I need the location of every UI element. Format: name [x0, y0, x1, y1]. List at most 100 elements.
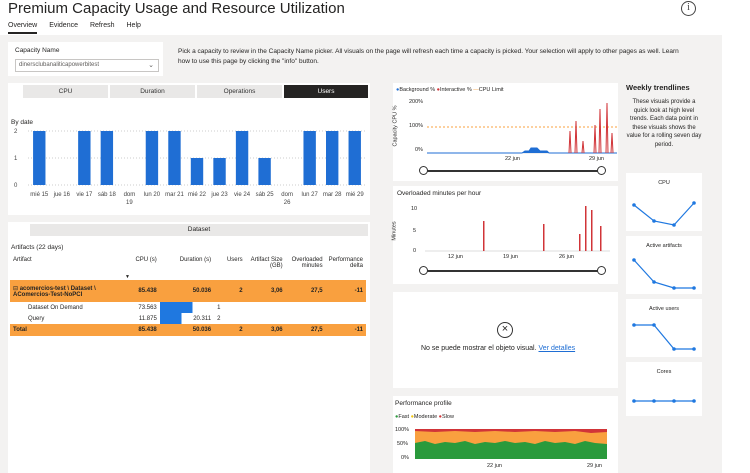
- trend-label: Active artifacts: [646, 243, 682, 249]
- col-overloaded[interactable]: Overloaded minutes: [286, 256, 326, 280]
- x-tick-label: dom 19: [124, 192, 136, 206]
- overloaded-x-tick: 19 jun: [503, 254, 518, 260]
- col-duration[interactable]: Duration (s): [160, 256, 214, 280]
- overloaded-bar-chart: [425, 206, 610, 252]
- row-name: Query: [28, 315, 45, 322]
- capacity-label: Capacity Name: [15, 47, 60, 54]
- artifacts-panel: Dataset Artifacts (22 days) Artifact CPU…: [8, 222, 370, 473]
- tab-refresh[interactable]: Refresh: [90, 22, 115, 34]
- bar[interactable]: [168, 131, 181, 185]
- overloaded-slider-end-handle[interactable]: [597, 266, 606, 275]
- trend-card-active-users[interactable]: Active users: [626, 299, 702, 357]
- cpu-y-tick: 0%: [415, 147, 423, 153]
- x-tick-label: lun 20: [144, 192, 161, 198]
- bar[interactable]: [326, 131, 339, 185]
- info-icon[interactable]: i: [681, 1, 696, 16]
- x-tick-label: lun 27: [301, 192, 318, 198]
- overloaded-range-slider[interactable]: [423, 270, 601, 272]
- overloaded-y-tick: 5: [413, 228, 417, 234]
- sort-icon[interactable]: ▼: [125, 274, 130, 280]
- cell-users: 1: [217, 304, 221, 311]
- bar[interactable]: [348, 131, 361, 185]
- cores-trend-line: [632, 399, 696, 403]
- total-label: Total: [10, 324, 120, 336]
- capacity-dropdown[interactable]: dinersclubanaliticapowerbitest ⌄: [15, 59, 159, 72]
- table-header-row: Artifact CPU (s) Duration (s) Users Arti…: [10, 256, 366, 280]
- total-users: 2: [214, 324, 246, 336]
- overloaded-y-tick: 0: [413, 248, 417, 254]
- total-cpu: 85.438: [120, 324, 160, 336]
- by-date-chart: 0 1 2 mié 15 jue 16 vie 17 sáb 18 dom 19 lun 20 ma…: [14, 129, 366, 206]
- capacity-dropdown-value: dinersclubanaliticapowerbitest: [19, 62, 100, 68]
- perf-legend: ●Fast ●Moderate ●Slow: [395, 414, 454, 420]
- segment-cpu[interactable]: CPU: [23, 85, 108, 98]
- intro-text: Pick a capacity to review in the Capacit…: [178, 48, 679, 65]
- bar[interactable]: [213, 158, 226, 185]
- tab-overview[interactable]: Overview: [8, 22, 38, 34]
- col-size[interactable]: Artifact Size (GB): [246, 256, 286, 280]
- x-tick-label: mar 21: [165, 192, 184, 198]
- row-name: acomercios-test \ Dataset \ AComercios-T…: [13, 285, 96, 298]
- overloaded-y-tick: 10: [411, 206, 418, 212]
- cell-size: 3,06: [245, 280, 286, 302]
- page-tabs: Overview Evidence Refresh Help: [8, 22, 153, 34]
- segment-duration[interactable]: Duration: [110, 85, 195, 98]
- cell-cpu: 11.875: [138, 315, 157, 322]
- overloaded-x-tick: 26 jun: [559, 254, 574, 260]
- x-tick-label: dom 26: [281, 192, 293, 206]
- trend-card-active-artifacts[interactable]: Active artifacts: [626, 236, 702, 294]
- trendlines-header: Weekly trendlines These visuals provide …: [626, 83, 702, 149]
- legend-slow: Slow: [442, 414, 454, 420]
- cpu-slider-start-handle[interactable]: [419, 166, 428, 175]
- trendlines-title: Weekly trendlines: [626, 83, 690, 92]
- tab-help[interactable]: Help: [127, 22, 141, 34]
- col-users[interactable]: Users: [214, 256, 246, 280]
- error-message: No se puede mostrar el objeto visual. Ve…: [421, 345, 575, 352]
- cell-duration: 20.311: [159, 313, 215, 324]
- bar[interactable]: [33, 131, 46, 185]
- perf-area-chart: [415, 429, 607, 459]
- cpu-y-label: Capacity CPU %: [392, 105, 399, 147]
- overloaded-slider-start-handle[interactable]: [419, 266, 428, 275]
- overloaded-title: Overloaded minutes per hour: [397, 190, 482, 197]
- cpu-legend: ●Background % ●Interactive % —CPU Limit: [396, 87, 504, 93]
- see-details-link[interactable]: Ver detalles: [539, 345, 576, 352]
- bar[interactable]: [258, 158, 271, 185]
- total-overloaded: 27,5: [285, 324, 326, 336]
- performance-profile-panel: Performance profile ●Fast ●Moderate ●Slo…: [393, 396, 618, 473]
- col-perf-delta[interactable]: Performance delta: [326, 256, 366, 280]
- table-row[interactable]: Dataset On Demand 73.563 29.724 1: [10, 302, 366, 313]
- table-row[interactable]: Query 11.875 20.311 2: [10, 313, 366, 324]
- table-row[interactable]: ⊟ acomercios-test \ Dataset \ AComercios…: [10, 280, 366, 302]
- segment-users[interactable]: Users: [284, 85, 368, 98]
- cpu-trend-line: [632, 201, 696, 227]
- cpu-x-tick: 22 jun: [505, 156, 520, 162]
- col-artifact[interactable]: Artifact: [10, 256, 120, 280]
- cell-duration: 29.724: [159, 302, 215, 313]
- bar[interactable]: [303, 131, 316, 185]
- users-trend-line: [632, 323, 696, 351]
- dataset-header[interactable]: Dataset: [30, 224, 368, 236]
- bar[interactable]: [190, 158, 204, 185]
- by-date-title: By date: [11, 119, 34, 126]
- x-tick-label: vie 24: [234, 192, 251, 198]
- total-perf: -11: [325, 324, 366, 336]
- trend-card-cores[interactable]: Cores: [626, 362, 702, 416]
- tab-evidence[interactable]: Evidence: [49, 22, 78, 34]
- trend-card-cpu[interactable]: CPU: [626, 173, 702, 231]
- trendlines-desc: These visuals provide a quick look at hi…: [626, 99, 702, 148]
- segment-operations[interactable]: Operations: [197, 85, 282, 98]
- perf-y-tick: 100%: [395, 427, 410, 433]
- cpu-range-slider[interactable]: [423, 170, 601, 172]
- legend-background: Background %: [399, 87, 436, 93]
- cell-duration: 50.036: [159, 280, 215, 302]
- x-tick-label: mié 29: [346, 192, 365, 198]
- cpu-chart-panel: ●Background % ●Interactive % —CPU Limit …: [392, 83, 618, 181]
- bar[interactable]: [78, 131, 91, 185]
- cpu-slider-end-handle[interactable]: [597, 166, 606, 175]
- bar[interactable]: [100, 131, 114, 185]
- bar[interactable]: [145, 131, 159, 185]
- perf-y-tick: 0%: [401, 455, 409, 461]
- bar[interactable]: [235, 131, 249, 185]
- trend-label: Cores: [656, 369, 672, 375]
